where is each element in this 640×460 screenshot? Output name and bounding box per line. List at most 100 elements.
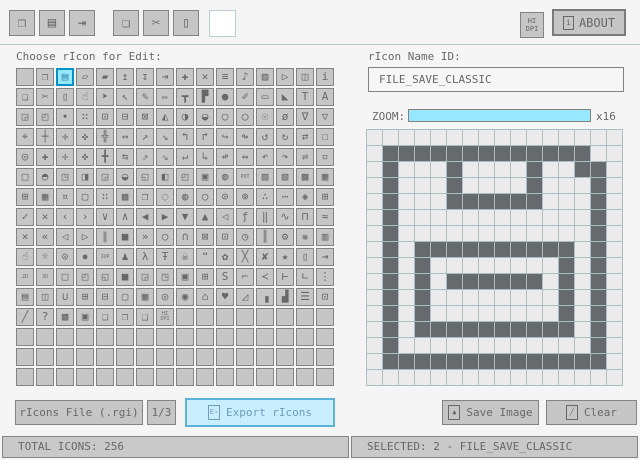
pixel-9-1[interactable] <box>511 146 527 162</box>
icon-cell-110[interactable]: ◈ <box>296 188 314 206</box>
pixel-2-15[interactable] <box>399 370 415 386</box>
pixel-5-1[interactable] <box>447 146 463 162</box>
pixel-9-15[interactable] <box>511 370 527 386</box>
icon-cell-201[interactable] <box>196 308 214 326</box>
pixel-4-13[interactable] <box>431 338 447 354</box>
save-file-button[interactable]: ▤ <box>39 10 65 36</box>
icon-cell-180[interactable]: ⊟ <box>96 288 114 306</box>
icon-cell-171[interactable]: ⌐ <box>236 268 254 286</box>
pixel-2-6[interactable] <box>399 226 415 242</box>
pixel-5-3[interactable] <box>447 178 463 194</box>
pixel-13-5[interactable] <box>575 210 591 226</box>
icon-cell-92[interactable]: ▨ <box>256 168 274 186</box>
pixel-7-3[interactable] <box>479 178 495 194</box>
pixel-8-4[interactable] <box>495 194 511 210</box>
icon-cell-91[interactable]: POT <box>236 168 254 186</box>
pixel-9-0[interactable] <box>511 130 527 146</box>
icon-cell-71[interactable]: ⇘ <box>156 148 174 166</box>
pixel-7-11[interactable] <box>479 306 495 322</box>
icon-cell-24[interactable]: ┳ <box>176 88 194 106</box>
pixel-11-13[interactable] <box>543 338 559 354</box>
icon-cell-43[interactable]: ◯ <box>236 108 254 126</box>
icon-cell-128[interactable]: × <box>16 228 34 246</box>
icon-cell-64[interactable]: ◎ <box>16 148 34 166</box>
icon-cell-196[interactable]: ❏ <box>96 308 114 326</box>
icon-cell-127[interactable]: ≈ <box>316 208 334 226</box>
icon-cell-148[interactable]: 1UP <box>96 248 114 266</box>
pixel-6-14[interactable] <box>463 354 479 370</box>
icon-cell-251[interactable] <box>236 368 254 386</box>
icon-cell-236[interactable] <box>256 348 274 366</box>
pixel-14-2[interactable] <box>591 162 607 178</box>
paste-button[interactable]: ▯ <box>173 10 199 36</box>
pixel-12-1[interactable] <box>559 146 575 162</box>
icon-cell-160[interactable]: 2D <box>16 268 34 286</box>
icon-cell-234[interactable] <box>216 348 234 366</box>
pixel-10-8[interactable] <box>527 258 543 274</box>
pixel-1-10[interactable] <box>383 290 399 306</box>
pixel-8-9[interactable] <box>495 274 511 290</box>
pixel-4-9[interactable] <box>431 274 447 290</box>
pixel-12-9[interactable] <box>559 274 575 290</box>
pixel-0-9[interactable] <box>367 274 383 290</box>
icon-cell-35[interactable]: ∷ <box>76 108 94 126</box>
export-file-button[interactable]: ⇥ <box>69 10 95 36</box>
pixel-8-1[interactable] <box>495 146 511 162</box>
pixel-0-7[interactable] <box>367 242 383 258</box>
icon-cell-231[interactable] <box>156 348 174 366</box>
pixel-13-4[interactable] <box>575 194 591 210</box>
icon-cell-30[interactable]: T <box>296 88 314 106</box>
pixel-3-13[interactable] <box>415 338 431 354</box>
icon-cell-104[interactable]: ◍ <box>176 188 194 206</box>
icon-cell-117[interactable]: ∧ <box>116 208 134 226</box>
pixel-15-0[interactable] <box>607 130 623 146</box>
pixel-15-5[interactable] <box>607 210 623 226</box>
pixel-9-9[interactable] <box>511 274 527 290</box>
pixel-3-1[interactable] <box>415 146 431 162</box>
icon-cell-45[interactable]: ø <box>276 108 294 126</box>
pixel-3-10[interactable] <box>415 290 431 306</box>
pixel-0-12[interactable] <box>367 322 383 338</box>
icon-cell-224[interactable] <box>16 348 34 366</box>
icon-cell-66[interactable]: ✛ <box>56 148 74 166</box>
pixel-5-5[interactable] <box>447 210 463 226</box>
pixel-6-1[interactable] <box>463 146 479 162</box>
icon-cell-132[interactable]: ∥ <box>96 228 114 246</box>
icon-cell-227[interactable] <box>76 348 94 366</box>
icon-cell-166[interactable]: ◲ <box>136 268 154 286</box>
icon-cell-188[interactable]: ▗ <box>256 288 274 306</box>
icon-cell-106[interactable]: ⊙ <box>216 188 234 206</box>
pixel-10-6[interactable] <box>527 226 543 242</box>
pixel-7-13[interactable] <box>479 338 495 354</box>
icon-cell-152[interactable]: ☠ <box>176 248 194 266</box>
pixel-5-11[interactable] <box>447 306 463 322</box>
icon-cell-183[interactable]: ◎ <box>156 288 174 306</box>
pixel-0-14[interactable] <box>367 354 383 370</box>
pixel-10-1[interactable] <box>527 146 543 162</box>
icon-cell-247[interactable] <box>156 368 174 386</box>
pixel-15-7[interactable] <box>607 242 623 258</box>
icon-cell-210[interactable] <box>56 328 74 346</box>
icon-cell-131[interactable]: ▷ <box>76 228 94 246</box>
icon-cell-18[interactable]: ▯ <box>56 88 74 106</box>
icon-cell-87[interactable]: ◧ <box>156 168 174 186</box>
pixel-7-7[interactable] <box>479 242 495 258</box>
pixel-4-6[interactable] <box>431 226 447 242</box>
icon-cell-225[interactable] <box>36 348 54 366</box>
pixel-3-0[interactable] <box>415 130 431 146</box>
icon-cell-22[interactable]: ✎ <box>136 88 154 106</box>
cut-button[interactable]: ✂ <box>143 10 169 36</box>
icon-cell-135[interactable]: ○ <box>156 228 174 246</box>
icon-cell-163[interactable]: ◰ <box>76 268 94 286</box>
icon-cell-245[interactable] <box>116 368 134 386</box>
icon-cell-12[interactable]: ▨ <box>256 68 274 86</box>
hidpi-toggle-button[interactable]: HI DPI <box>520 12 544 38</box>
icon-cell-211[interactable] <box>76 328 94 346</box>
icon-cell-9[interactable]: ✕ <box>196 68 214 86</box>
icon-cell-103[interactable]: ◌ <box>156 188 174 206</box>
pixel-0-1[interactable] <box>367 146 383 162</box>
icon-cell-200[interactable] <box>176 308 194 326</box>
pixel-2-10[interactable] <box>399 290 415 306</box>
icon-cell-61[interactable]: ↻ <box>276 128 294 146</box>
pixel-11-12[interactable] <box>543 322 559 338</box>
